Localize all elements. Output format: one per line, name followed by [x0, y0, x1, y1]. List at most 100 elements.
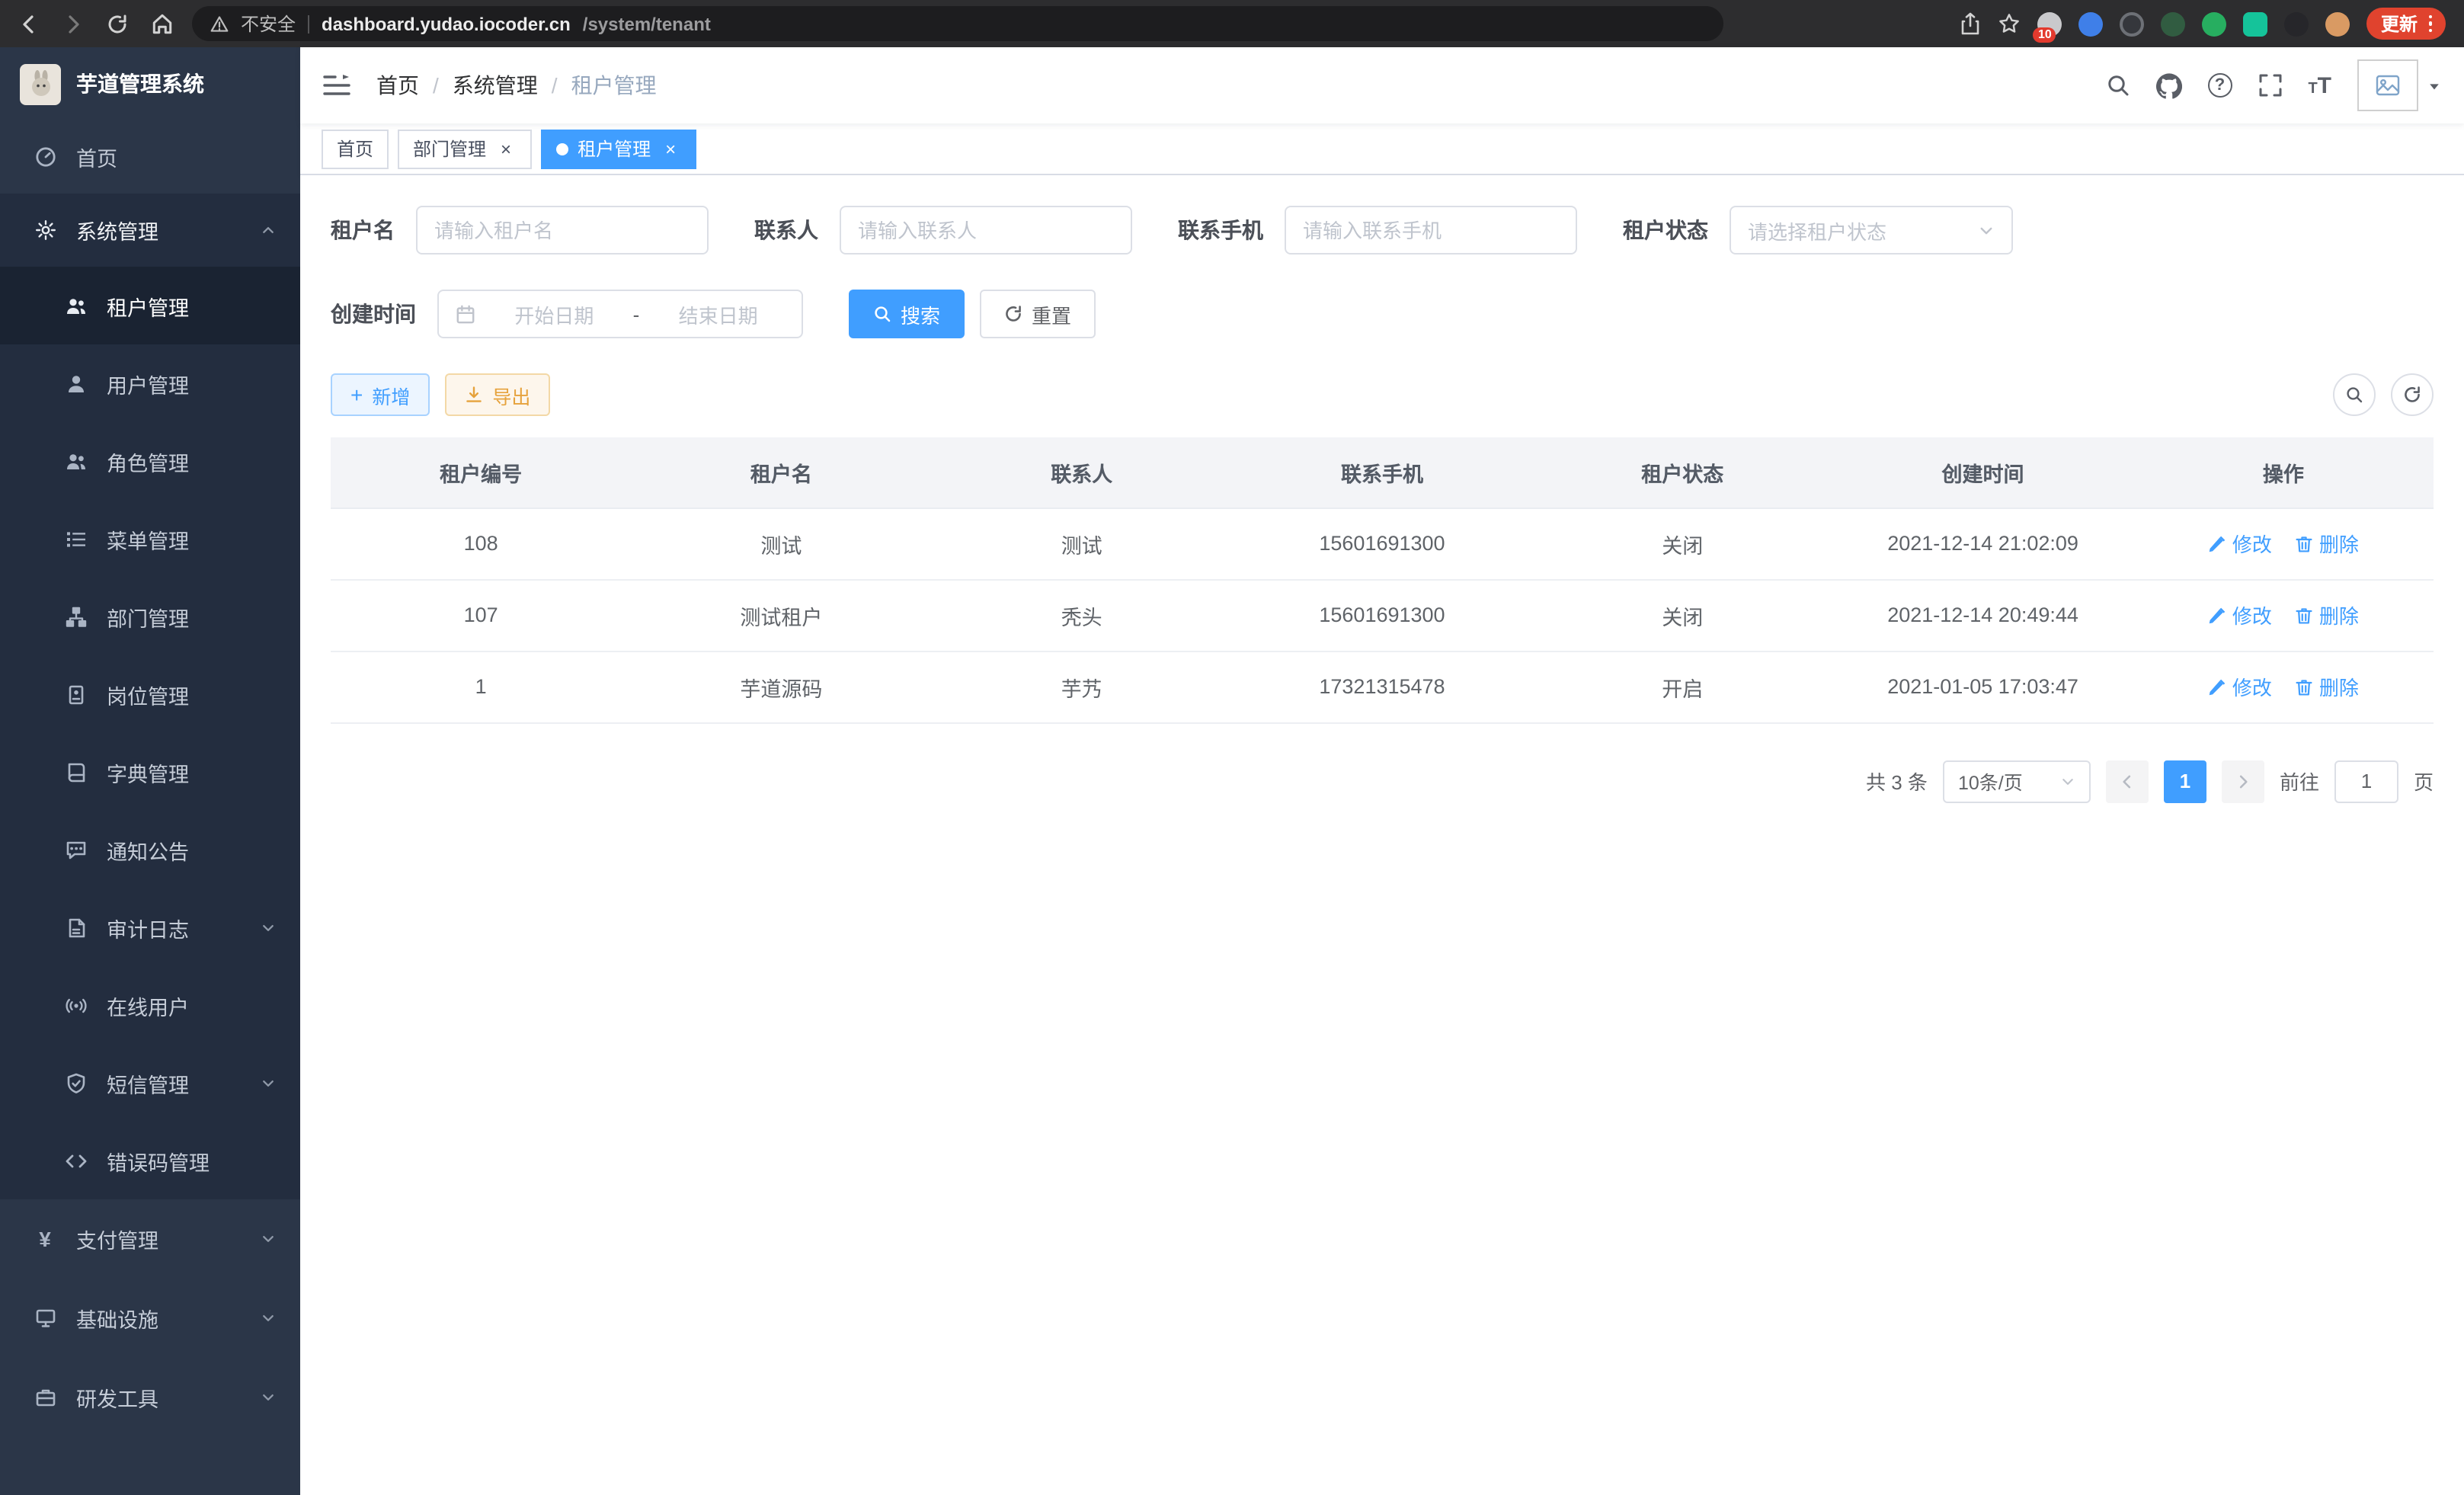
home-icon[interactable] [151, 12, 174, 35]
dashboard-icon [34, 146, 56, 168]
logo[interactable]: 芋道管理系统 [0, 47, 300, 120]
col-contact: 联系人 [932, 437, 1232, 507]
sidebar-item-dev-tools[interactable]: 研发工具 [0, 1358, 300, 1437]
extension-icon-2[interactable] [2079, 11, 2104, 36]
sidebar-item-infrastructure[interactable]: 基础设施 [0, 1279, 300, 1358]
breadcrumb-home[interactable]: 首页 [376, 70, 419, 101]
tab-home[interactable]: 首页 [322, 129, 389, 168]
phone-input[interactable] [1303, 219, 1559, 242]
sidebar-item-post[interactable]: 岗位管理 [0, 655, 300, 733]
delete-link[interactable]: 删除 [2295, 529, 2359, 558]
extension-icon-5[interactable] [2203, 11, 2227, 36]
sidebar-item-role[interactable]: 角色管理 [0, 422, 300, 500]
tab-label: 部门管理 [413, 136, 486, 162]
sidebar-item-dept[interactable]: 部门管理 [0, 578, 300, 655]
sidebar-item-tenant[interactable]: 租户管理 [0, 267, 300, 344]
status-placeholder: 请选择租户状态 [1748, 216, 1886, 245]
page-number-button[interactable]: 1 [2164, 760, 2206, 802]
profile-avatar[interactable] [2326, 11, 2350, 36]
help-icon[interactable]: ? [2207, 73, 2232, 98]
sidebar-item-menu[interactable]: 菜单管理 [0, 500, 300, 578]
tenant-name-input[interactable] [434, 219, 690, 242]
fullscreen-icon[interactable] [2258, 73, 2282, 98]
font-size-icon[interactable]: TT [2308, 74, 2331, 97]
sidebar-item-label: 错误码管理 [107, 1145, 210, 1176]
sidebar-item-system[interactable]: 系统管理 [0, 194, 300, 267]
sidebar-item-home[interactable]: 首页 [0, 120, 300, 194]
total-count: 共 3 条 [1866, 767, 1928, 796]
sidebar-item-notice[interactable]: 通知公告 [0, 811, 300, 888]
update-label: 更新 [2381, 11, 2418, 37]
user-menu[interactable] [2357, 59, 2441, 111]
delete-link[interactable]: 删除 [2295, 600, 2359, 629]
start-date-placeholder[interactable]: 开始日期 [488, 299, 621, 328]
page-size-select[interactable]: 10条/页 [1943, 760, 2091, 802]
breadcrumb-separator: / [552, 73, 558, 98]
export-button[interactable]: 导出 [445, 373, 550, 416]
sidebar-item-sms[interactable]: 短信管理 [0, 1044, 300, 1122]
contact-field[interactable] [840, 206, 1132, 255]
sidebar-item-audit-log[interactable]: 审计日志 [0, 888, 300, 966]
goto-page-input[interactable] [2334, 760, 2398, 802]
refresh-icon[interactable] [107, 13, 128, 34]
back-icon[interactable] [18, 13, 40, 34]
extension-icon-3[interactable] [2120, 11, 2145, 36]
browser-menu-icon[interactable] [2428, 15, 2432, 33]
update-button[interactable]: 更新 [2367, 8, 2446, 40]
sidebar-item-error-code[interactable]: 错误码管理 [0, 1122, 300, 1199]
extension-icon-4[interactable] [2162, 11, 2186, 36]
phone-field[interactable] [1285, 206, 1577, 255]
address-bar[interactable]: 不安全 dashboard.yudao.iocoder.cn/system/te… [192, 6, 1723, 41]
forward-icon[interactable] [62, 13, 84, 34]
extension-icon-1[interactable]: 10 [2038, 11, 2062, 36]
next-page-button[interactable] [2222, 760, 2264, 802]
tab-dept[interactable]: 部门管理 × [398, 129, 532, 168]
tab-tenant[interactable]: 租户管理× [541, 129, 696, 168]
search-button[interactable]: 搜索 [849, 290, 965, 338]
delete-link[interactable]: 删除 [2295, 672, 2359, 701]
status-select[interactable]: 请选择租户状态 [1730, 206, 2013, 255]
close-icon[interactable]: × [660, 138, 681, 159]
url-host[interactable]: dashboard.yudao.iocoder.cn [322, 13, 571, 34]
top-navbar: 首页 / 系统管理 / 租户管理 ? TT [300, 47, 2464, 123]
date-range-picker[interactable]: 开始日期 - 结束日期 [437, 290, 803, 338]
chevron-down-icon [261, 1231, 276, 1247]
shield-icon [64, 1072, 87, 1093]
reset-button[interactable]: 重置 [980, 290, 1096, 338]
extension-icon-6[interactable] [2244, 11, 2268, 36]
edit-link[interactable]: 修改 [2208, 600, 2272, 629]
add-button[interactable]: + 新增 [331, 373, 430, 416]
url-path[interactable]: /system/tenant [583, 13, 711, 34]
bookmark-star-icon[interactable] [1998, 12, 2021, 35]
plus-icon: + [350, 384, 363, 405]
extension-icon-7[interactable] [2285, 11, 2309, 36]
sidebar-collapse-icon[interactable] [323, 73, 350, 98]
toolbox-icon [34, 1387, 56, 1408]
gear-icon [34, 219, 56, 241]
contact-input[interactable] [858, 219, 1114, 242]
breadcrumb-system[interactable]: 系统管理 [453, 70, 538, 101]
share-icon[interactable] [1960, 12, 1982, 35]
refresh-table-button[interactable] [2391, 373, 2434, 416]
close-icon[interactable]: × [495, 138, 517, 159]
github-icon[interactable] [2155, 72, 2181, 98]
edit-link[interactable]: 修改 [2208, 529, 2272, 558]
table-cell: 107 [331, 579, 631, 651]
edit-link[interactable]: 修改 [2208, 672, 2272, 701]
sidebar-item-payment[interactable]: ¥ 支付管理 [0, 1199, 300, 1279]
tenant-name-field[interactable] [416, 206, 709, 255]
sidebar-item-online-users[interactable]: 在线用户 [0, 966, 300, 1044]
edit-label: 修改 [2232, 529, 2272, 558]
sidebar-item-user[interactable]: 用户管理 [0, 344, 300, 422]
sidebar-item-dict[interactable]: 字典管理 [0, 733, 300, 811]
list-icon [64, 528, 87, 549]
end-date-placeholder[interactable]: 结束日期 [651, 299, 785, 328]
search-icon[interactable] [2105, 73, 2130, 98]
avatar[interactable] [2357, 59, 2418, 111]
table-cell: 开启 [1532, 651, 1832, 722]
security-label[interactable]: 不安全 [241, 11, 296, 37]
warning-icon [210, 14, 229, 33]
toggle-search-button[interactable] [2333, 373, 2376, 416]
table-cell: 关闭 [1532, 507, 1832, 579]
prev-page-button[interactable] [2106, 760, 2149, 802]
